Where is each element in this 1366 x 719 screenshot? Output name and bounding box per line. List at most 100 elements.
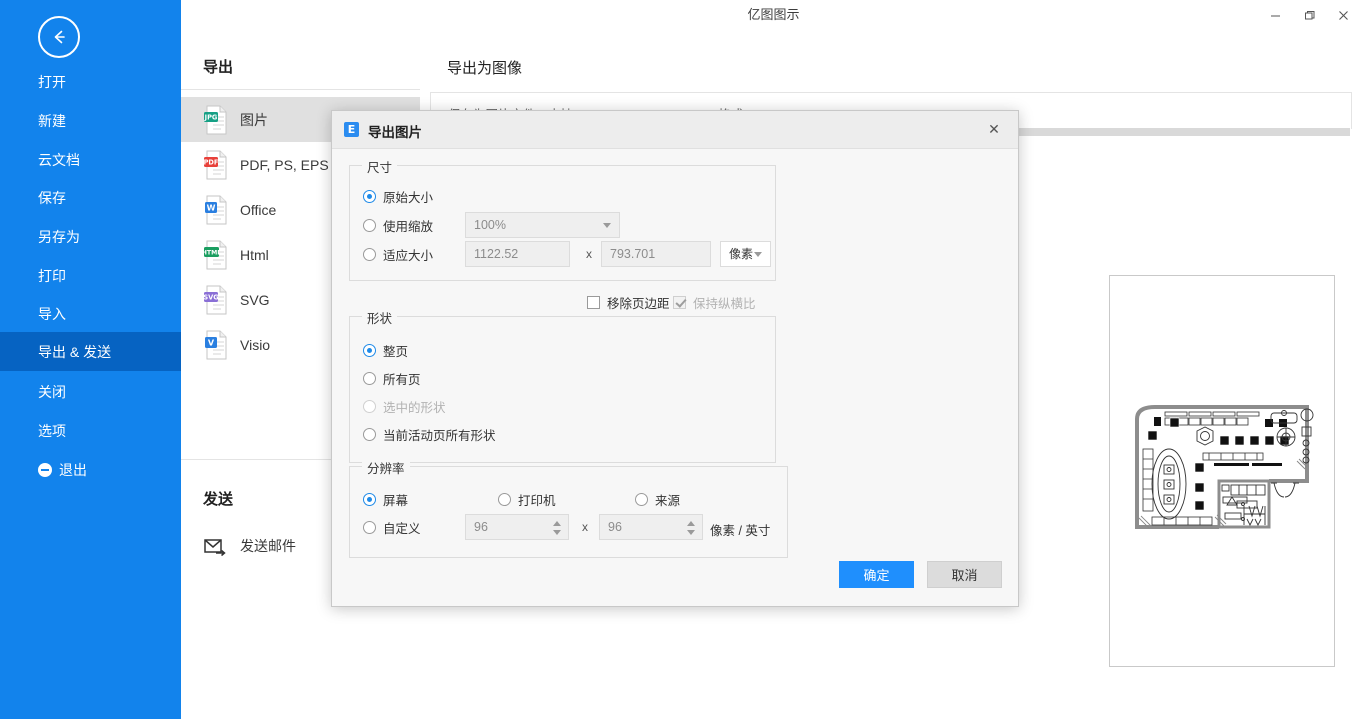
export-item-label: Office	[240, 201, 277, 218]
radio-screen-input[interactable]	[363, 493, 376, 506]
radio-all-pages[interactable]: 所有页	[363, 369, 421, 388]
maximize-button[interactable]	[1292, 1, 1326, 29]
dpi-unit-label: 像素 / 英寸	[710, 524, 771, 538]
radio-custom-dpi-input[interactable]	[363, 521, 376, 534]
radio-original-size[interactable]: 原始大小	[363, 187, 433, 206]
send-mail-label: 发送邮件	[240, 538, 296, 554]
radio-whole-page-label: 整页	[383, 345, 409, 359]
sidebar-item-cloud-doc[interactable]: 云文档	[0, 140, 181, 179]
radio-printer[interactable]: 打印机	[498, 490, 556, 509]
shape-fieldset: 形状 整页 所有页 选中的形状 当前活动页所有形状	[349, 308, 776, 463]
send-section-title: 发送	[203, 491, 234, 508]
resolution-fieldset: 分辨率 屏幕 打印机 来源 自定义 96 x 96 像素 / 英寸	[349, 458, 788, 558]
stepper-up-icon[interactable]	[553, 521, 561, 526]
scale-dropdown[interactable]: 100%	[465, 212, 620, 238]
radio-custom-dpi-label: 自定义	[383, 522, 421, 536]
checkbox-remove-margin[interactable]: 移除页边距	[587, 293, 670, 312]
stepper-down-icon[interactable]	[687, 530, 695, 535]
sidebar-item-options[interactable]: 选项	[0, 411, 181, 450]
radio-whole-page[interactable]: 整页	[363, 341, 408, 360]
sidebar-item-save-as[interactable]: 另存为	[0, 217, 181, 256]
sidebar-item-label: 另存为	[38, 228, 80, 245]
radio-custom-dpi[interactable]: 自定义	[363, 518, 421, 537]
window-titlebar: 亿图图示	[181, 0, 1366, 30]
sidebar-item-print[interactable]: 打印	[0, 256, 181, 295]
height-input[interactable]: 793.701	[601, 241, 711, 267]
sidebar-item-save[interactable]: 保存	[0, 178, 181, 217]
sidebar-item-exit[interactable]: 退出	[0, 450, 181, 489]
pdf-file-icon: PDF	[203, 150, 229, 180]
preview-page	[1119, 401, 1324, 546]
svg-file-icon: SVG	[203, 285, 229, 315]
radio-screen[interactable]: 屏幕	[363, 490, 408, 509]
dpi-x-value: 96	[474, 520, 488, 534]
chevron-down-icon	[603, 223, 611, 228]
dpi-x-stepper[interactable]: 96	[465, 514, 569, 540]
chevron-down-icon	[754, 252, 762, 257]
radio-printer-input[interactable]	[498, 493, 511, 506]
radio-use-scale-label: 使用缩放	[383, 220, 434, 234]
sidebar-item-open[interactable]: 打开	[0, 62, 181, 101]
radio-printer-label: 打印机	[518, 494, 556, 508]
ok-button[interactable]: 确定	[839, 561, 914, 588]
radio-source-input[interactable]	[635, 493, 648, 506]
svg-text:W: W	[207, 203, 216, 212]
size-x-separator: x	[586, 247, 592, 261]
width-input[interactable]: 1122.52	[465, 241, 570, 267]
sidebar-item-label: 关闭	[38, 383, 66, 400]
dpi-y-stepper[interactable]: 96	[599, 514, 703, 540]
jpg-file-icon: JPG	[203, 105, 229, 135]
radio-original-size-input[interactable]	[363, 190, 376, 203]
radio-original-size-label: 原始大小	[383, 191, 434, 205]
export-item-label: Html	[240, 246, 269, 263]
radio-screen-label: 屏幕	[383, 494, 409, 508]
cancel-button[interactable]: 取消	[927, 561, 1002, 588]
dialog-title: 导出图片	[368, 125, 422, 140]
sidebar-item-label: 新建	[38, 112, 66, 129]
unit-dropdown[interactable]: 像素	[720, 241, 771, 267]
radio-source[interactable]: 来源	[635, 490, 680, 509]
unit-dropdown-value: 像素	[729, 247, 754, 261]
sidebar-item-label: 打印	[38, 267, 66, 284]
radio-source-label: 来源	[655, 494, 681, 508]
sidebar-item-label: 打开	[38, 73, 66, 90]
sidebar-item-import[interactable]: 导入	[0, 294, 181, 333]
sidebar-item-new[interactable]: 新建	[0, 101, 181, 140]
export-item-label: 图片	[240, 111, 268, 128]
sidebar-item-label: 保存	[38, 189, 66, 206]
dpi-x-separator: x	[582, 520, 588, 534]
radio-all-pages-label: 所有页	[383, 373, 421, 387]
word-file-icon: W	[203, 195, 229, 225]
radio-active-page-shapes[interactable]: 当前活动页所有形状	[363, 425, 496, 444]
back-arrow-icon[interactable]	[38, 16, 80, 58]
checkbox-remove-margin-input[interactable]	[587, 296, 600, 309]
dialog-close-icon[interactable]: ✕	[974, 115, 1014, 144]
radio-all-pages-input[interactable]	[363, 372, 376, 385]
radio-selected-shapes-label: 选中的形状	[383, 401, 446, 415]
sidebar-item-export-send[interactable]: 导出 & 发送	[0, 332, 181, 371]
dpi-y-value: 96	[608, 520, 622, 534]
radio-active-page-shapes-label: 当前活动页所有形状	[383, 429, 496, 443]
radio-fit-size[interactable]: 适应大小	[363, 245, 433, 264]
sidebar-item-close[interactable]: 关闭	[0, 372, 181, 411]
checkbox-keep-ratio-input	[673, 296, 686, 309]
html-file-icon: HTML	[202, 240, 229, 270]
checkbox-keep-ratio: 保持纵横比	[673, 293, 756, 312]
window-title: 亿图图示	[747, 7, 800, 22]
radio-active-page-shapes-input[interactable]	[363, 428, 376, 441]
sidebar-item-label: 导入	[38, 305, 66, 322]
radio-whole-page-input[interactable]	[363, 344, 376, 357]
stepper-down-icon[interactable]	[553, 530, 561, 535]
minimize-button[interactable]	[1258, 1, 1292, 29]
mail-send-icon	[203, 531, 229, 561]
visio-file-icon: V	[203, 330, 229, 360]
sidebar-item-label: 选项	[38, 422, 66, 439]
radio-fit-size-input[interactable]	[363, 248, 376, 261]
close-button[interactable]	[1326, 1, 1360, 29]
export-item-label: PDF, PS, EPS	[240, 156, 329, 173]
dialog-titlebar: E 导出图片 ✕	[332, 111, 1018, 149]
radio-use-scale-input[interactable]	[363, 219, 376, 232]
floorplan-preview	[1109, 275, 1335, 667]
stepper-up-icon[interactable]	[687, 521, 695, 526]
radio-use-scale[interactable]: 使用缩放	[363, 216, 433, 235]
